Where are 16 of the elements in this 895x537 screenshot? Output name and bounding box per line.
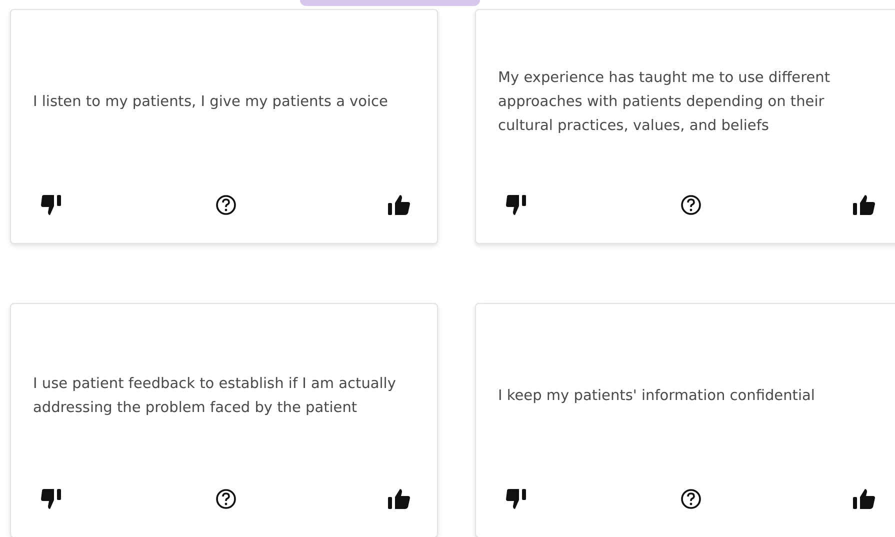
statement-text: I listen to my patients, I give my patients a voice — [33, 92, 388, 112]
statement-text: I keep my patients' information confidential — [498, 386, 815, 406]
thumbs-up-icon[interactable] — [852, 194, 876, 216]
thumbs-up-icon[interactable] — [387, 194, 411, 216]
thumbs-down-icon[interactable] — [40, 488, 64, 510]
statement-text: I use patient feedback to establish if I am actually addressing the problem faced by the patient — [33, 374, 397, 418]
thumbs-down-icon[interactable] — [505, 194, 529, 216]
help-icon[interactable] — [680, 488, 702, 510]
thumbs-up-icon[interactable] — [387, 488, 411, 510]
help-icon[interactable] — [680, 194, 702, 216]
thumbs-down-icon[interactable] — [505, 488, 529, 510]
help-icon[interactable] — [214, 488, 236, 510]
help-icon[interactable] — [214, 194, 236, 216]
thumbs-down-icon[interactable] — [40, 194, 64, 216]
statement-text: My experience has taught me to use different approaches with patients depending on their cultural practices, values, and beliefs — [498, 68, 832, 136]
thumbs-up-icon[interactable] — [852, 488, 876, 510]
